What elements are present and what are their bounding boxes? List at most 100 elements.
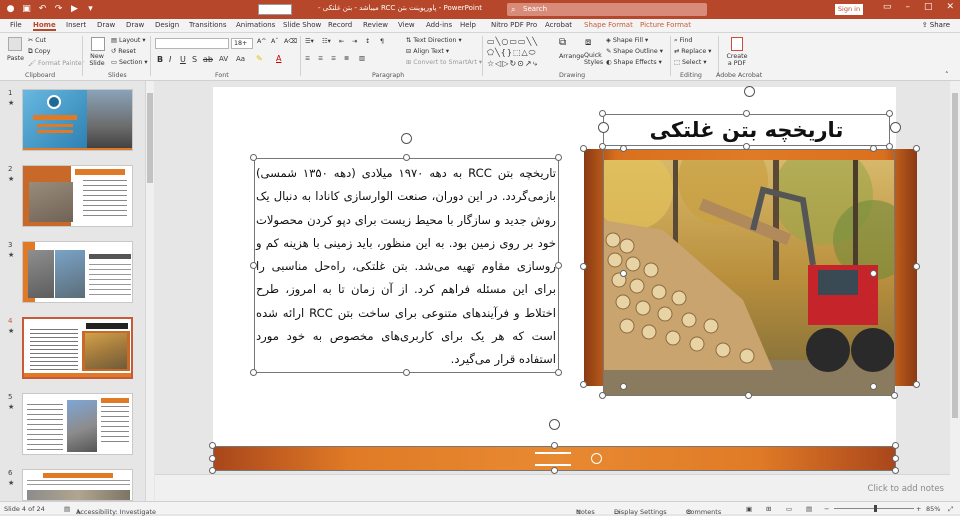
collapse-ribbon-icon[interactable]: ˄: [945, 71, 949, 79]
resize-handle[interactable]: [403, 154, 410, 161]
slide-scrollbar[interactable]: [950, 81, 960, 501]
char-spacing-icon[interactable]: AV: [219, 55, 228, 63]
spelling-icon[interactable]: ▤: [64, 505, 70, 513]
tab-view[interactable]: View: [398, 21, 415, 29]
resize-handle[interactable]: [913, 263, 920, 270]
shadow-icon[interactable]: S: [192, 55, 197, 64]
resize-handle[interactable]: [870, 270, 877, 277]
thumbnail-scrollbar[interactable]: [145, 81, 154, 501]
thumbnail-frame[interactable]: [22, 469, 133, 501]
resize-handle[interactable]: [250, 262, 257, 269]
justify-icon[interactable]: ≣: [344, 55, 349, 62]
increase-indent-icon[interactable]: ⇥: [352, 38, 357, 45]
resize-handle[interactable]: [555, 154, 562, 161]
tab-review[interactable]: Review: [363, 21, 388, 29]
tab-help[interactable]: Help: [460, 21, 476, 29]
scrollbar-thumb[interactable]: [147, 93, 153, 183]
columns-icon[interactable]: ▥: [359, 55, 365, 62]
slideshow-view-icon[interactable]: ▤: [806, 505, 812, 513]
thumbnail-frame[interactable]: [22, 241, 133, 303]
thumbnail-frame[interactable]: [22, 165, 133, 227]
resize-handle[interactable]: [555, 262, 562, 269]
resize-handle[interactable]: [599, 392, 606, 399]
select-button[interactable]: ⬚ Select ▾: [674, 59, 707, 66]
resize-handle[interactable]: [250, 369, 257, 376]
tab-draw-2[interactable]: Draw: [126, 21, 144, 29]
resize-handle[interactable]: [886, 143, 893, 150]
resize-handle[interactable]: [209, 442, 216, 449]
footer-inner-rotate-handle[interactable]: [591, 453, 602, 464]
tab-slide-show[interactable]: Slide Show: [283, 21, 321, 29]
zoom-level[interactable]: 85%: [926, 505, 940, 513]
paste-icon[interactable]: [8, 37, 22, 51]
shape-outline-button[interactable]: ✎ Shape Outline ▾: [606, 48, 663, 55]
cut-button[interactable]: ✂ Cut: [28, 37, 46, 44]
zoom-in-icon[interactable]: +: [916, 505, 921, 513]
resize-handle[interactable]: [599, 110, 606, 117]
resize-handle[interactable]: [209, 467, 216, 474]
scrollbar-thumb[interactable]: [952, 93, 958, 418]
resize-handle[interactable]: [250, 154, 257, 161]
resize-handle[interactable]: [551, 442, 558, 449]
resize-handle[interactable]: [891, 392, 898, 399]
frame-rotate-handle[interactable]: [890, 122, 901, 133]
thumbnail-frame[interactable]: [22, 89, 133, 151]
undo-icon[interactable]: ↶: [36, 3, 49, 16]
resize-handle[interactable]: [580, 263, 587, 270]
resize-handle[interactable]: [892, 442, 899, 449]
find-button[interactable]: ⌕ Find: [674, 37, 692, 45]
section-button[interactable]: ▭ Section ▾: [111, 59, 148, 66]
body-rotate-handle[interactable]: [401, 133, 412, 144]
autosave-icon[interactable]: ●: [4, 3, 17, 16]
sign-in-button[interactable]: Sign in: [835, 4, 863, 15]
align-text-button[interactable]: ⊟ Align Text ▾: [406, 48, 449, 55]
numbering-icon[interactable]: ☷▾: [322, 38, 331, 45]
title-rotate-handle[interactable]: [744, 86, 755, 97]
resize-handle[interactable]: [892, 455, 899, 462]
line-spacing-icon[interactable]: ↕: [365, 38, 370, 45]
search-box[interactable]: ⌕ Search: [507, 3, 707, 16]
tab-insert[interactable]: Insert: [66, 21, 86, 29]
footer-rotate-handle[interactable]: [549, 419, 560, 430]
redo-icon[interactable]: ↷: [52, 3, 65, 16]
customize-qat-icon[interactable]: ▾: [84, 3, 97, 16]
paste-button[interactable]: Paste: [7, 55, 24, 62]
align-center-icon[interactable]: ≡: [318, 55, 323, 62]
resize-handle[interactable]: [913, 381, 920, 388]
tab-design[interactable]: Design: [155, 21, 179, 29]
resize-handle[interactable]: [209, 455, 216, 462]
format-painter-button[interactable]: 🖌 Format Painter: [28, 59, 84, 67]
tab-nitro[interactable]: Nitro PDF Pro: [491, 21, 537, 29]
close-icon[interactable]: ✕: [946, 2, 954, 12]
tab-picture-format[interactable]: Picture Format: [640, 21, 691, 29]
resize-handle[interactable]: [599, 143, 606, 150]
align-right-icon[interactable]: ≡: [331, 55, 336, 62]
resize-handle[interactable]: [743, 110, 750, 117]
resize-handle[interactable]: [892, 467, 899, 474]
tab-animations[interactable]: Animations: [236, 21, 275, 29]
replace-button[interactable]: ⇄ Replace ▾: [674, 48, 711, 55]
tab-transitions[interactable]: Transitions: [189, 21, 227, 29]
resize-handle[interactable]: [870, 145, 877, 152]
resize-handle[interactable]: [580, 145, 587, 152]
slide-title[interactable]: تاریخچه بتن غلتکی: [603, 114, 890, 146]
bold-icon[interactable]: B: [157, 55, 163, 64]
create-pdf-button[interactable]: Create a PDF: [724, 53, 750, 67]
share-button[interactable]: ⇪ Share: [922, 21, 950, 29]
tab-home[interactable]: Home: [33, 21, 56, 31]
slide-body-text[interactable]: تاریخچه بتن RCC به دهه ۱۹۷۰ میلادی (دهه …: [256, 162, 556, 372]
arrange-icon[interactable]: ⧉: [559, 37, 566, 48]
change-case-icon[interactable]: Aa: [236, 55, 245, 63]
slide-sorter-icon[interactable]: ⊞: [766, 505, 771, 513]
resize-handle[interactable]: [403, 369, 410, 376]
normal-view-icon[interactable]: ▣: [746, 505, 752, 513]
fit-slide-icon[interactable]: ⤢: [948, 505, 953, 514]
thumbnail-frame[interactable]: [22, 393, 133, 455]
font-color-icon[interactable]: A: [276, 54, 281, 63]
new-slide-button[interactable]: New Slide: [86, 53, 108, 67]
tab-add-ins[interactable]: Add-ins: [426, 21, 452, 29]
resize-handle[interactable]: [580, 381, 587, 388]
arrange-button[interactable]: Arrange: [559, 53, 584, 60]
shape-effects-button[interactable]: ◐ Shape Effects ▾: [606, 59, 662, 66]
underline-icon[interactable]: U: [180, 55, 186, 64]
